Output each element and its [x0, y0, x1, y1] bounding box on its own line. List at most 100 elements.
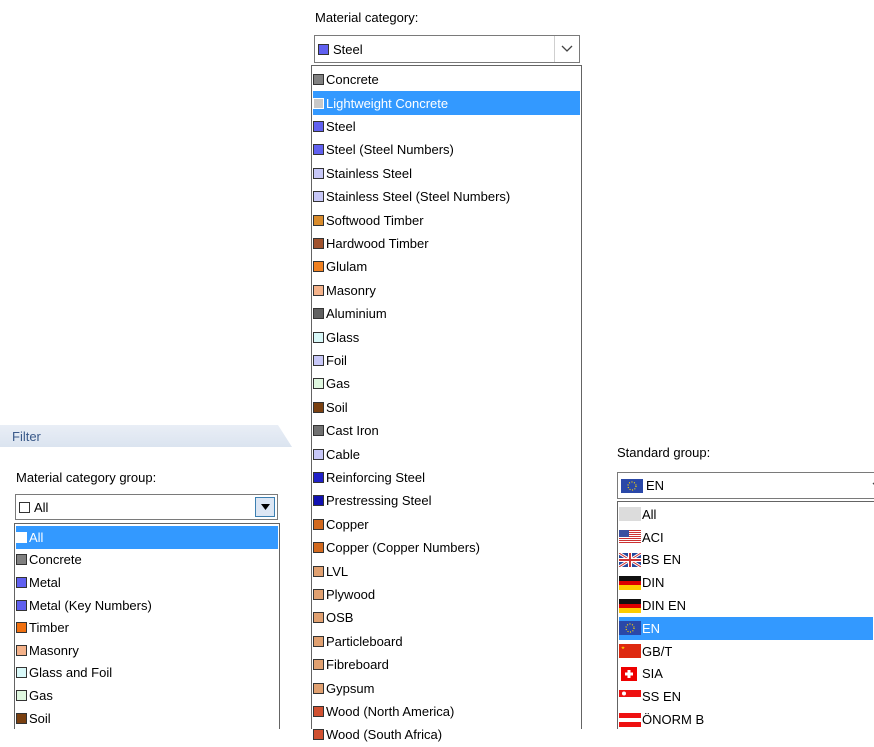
list-item[interactable]: Stainless Steel	[313, 162, 580, 185]
list-item[interactable]: ÖNORM B	[619, 708, 873, 731]
color-swatch	[16, 667, 27, 679]
list-item[interactable]: OSB	[313, 606, 580, 629]
list-item[interactable]: Gas	[16, 684, 278, 707]
list-item-label: Stainless Steel	[326, 165, 412, 181]
list-item[interactable]: Glass	[313, 325, 580, 348]
list-item-label: DIN EN	[642, 598, 687, 614]
list-item[interactable]: Foil	[313, 349, 580, 372]
list-item[interactable]: Gas	[313, 372, 580, 395]
list-item[interactable]: Cast Iron	[313, 419, 580, 442]
list-item[interactable]: Steel	[313, 115, 580, 138]
material-category-group-selected-label: All	[34, 499, 49, 515]
list-item[interactable]: Glass and Foil	[16, 662, 278, 685]
list-item[interactable]: Copper	[313, 513, 580, 536]
list-item[interactable]: Soil	[16, 707, 278, 730]
color-swatch	[313, 612, 324, 624]
list-item-label: Concrete	[29, 552, 82, 568]
color-swatch	[313, 659, 324, 671]
material-category-label: Material category:	[315, 10, 419, 25]
dropdown-arrow-button[interactable]	[554, 36, 579, 62]
list-item[interactable]: EN	[619, 617, 873, 640]
list-item[interactable]: DIN	[619, 571, 873, 594]
list-item[interactable]: Reinforcing Steel	[313, 466, 580, 489]
color-swatch	[16, 554, 27, 566]
list-item[interactable]: Aluminium	[313, 302, 580, 325]
list-item[interactable]: DIN EN	[619, 594, 873, 617]
list-item[interactable]: Concrete	[313, 68, 580, 91]
list-item[interactable]: Softwood Timber	[313, 208, 580, 231]
list-item[interactable]: Concrete	[16, 549, 278, 572]
list-item[interactable]: Wood (South Africa)	[313, 723, 580, 746]
list-item[interactable]: Cable	[313, 442, 580, 465]
list-item[interactable]: All	[16, 526, 278, 549]
list-item-label: Lightweight Concrete	[326, 95, 449, 111]
color-swatch	[313, 214, 324, 226]
list-item[interactable]: All	[619, 503, 873, 526]
list-item-label: Concrete	[326, 72, 379, 88]
list-item[interactable]: Metal (Key Numbers)	[16, 594, 278, 617]
color-swatch	[313, 425, 324, 437]
list-item[interactable]: Metal	[16, 571, 278, 594]
color-swatch	[16, 644, 27, 656]
color-swatch	[313, 284, 324, 296]
list-item[interactable]: LVL	[313, 559, 580, 582]
list-item[interactable]: Steel (Steel Numbers)	[313, 138, 580, 161]
standard-group-label: Standard group:	[617, 445, 711, 460]
list-item-label: OSB	[326, 610, 354, 626]
list-item-label: Glulam	[326, 259, 368, 275]
header-corner	[278, 425, 292, 447]
list-item[interactable]: SIA	[619, 663, 873, 686]
list-item[interactable]: Glulam	[313, 255, 580, 278]
list-item-label: Plywood	[326, 586, 376, 602]
list-item-label: Softwood Timber	[326, 212, 424, 228]
triangle-down-icon	[260, 504, 270, 510]
dropdown-arrow-button[interactable]	[255, 497, 275, 517]
list-item-label: EN	[642, 620, 661, 636]
list-item[interactable]: Copper (Copper Numbers)	[313, 536, 580, 559]
list-item[interactable]: Fibreboard	[313, 653, 580, 676]
eu-flag-icon	[621, 478, 643, 493]
standard-group-selected: EN	[621, 473, 664, 498]
list-item[interactable]: Particleboard	[313, 630, 580, 653]
list-item[interactable]: Hardwood Timber	[313, 232, 580, 255]
color-swatch	[313, 308, 324, 320]
color-swatch	[313, 378, 324, 390]
list-item[interactable]: GB/T	[619, 640, 873, 663]
list-item[interactable]: Lightweight Concrete	[313, 91, 580, 115]
list-item-label: Cable	[326, 446, 360, 462]
color-swatch	[16, 576, 27, 588]
color-swatch	[313, 237, 324, 249]
list-item[interactable]: Timber	[16, 616, 278, 639]
material-category-group-selected: All	[19, 495, 48, 519]
list-item[interactable]: Wood (North America)	[313, 700, 580, 723]
list-item-label: Cast Iron	[326, 423, 379, 439]
singapore-flag-icon	[619, 689, 641, 704]
list-item-label: LVL	[326, 563, 349, 579]
list-item[interactable]: ACI	[619, 526, 873, 549]
list-item[interactable]: SS EN	[619, 685, 873, 708]
standard-group-combo[interactable]: EN	[617, 472, 874, 499]
color-swatch	[313, 729, 324, 741]
list-item[interactable]: Gypsum	[313, 676, 580, 699]
list-item[interactable]: Masonry	[16, 639, 278, 662]
material-category-combo[interactable]: Steel	[314, 35, 580, 63]
list-item[interactable]: BS EN	[619, 549, 873, 572]
color-swatch	[16, 599, 27, 611]
color-swatch	[16, 622, 27, 634]
material-category-group-label: Material category group:	[16, 470, 157, 485]
dropdown-arrow-button[interactable]	[868, 473, 874, 498]
standard-group-list[interactable]: All ACI BS EN DIN DIN EN EN GB/T SIA SS EN ÖNORM …	[617, 501, 874, 729]
list-item[interactable]: Prestressing Steel	[313, 489, 580, 512]
list-item[interactable]: Stainless Steel (Steel Numbers)	[313, 185, 580, 208]
color-swatch	[19, 501, 30, 513]
standard-group-selected-label: EN	[646, 478, 665, 493]
material-category-group-list[interactable]: All Concrete Metal Metal (Key Numbers) Timbe…	[14, 523, 280, 729]
list-item[interactable]: Soil	[313, 396, 580, 419]
filter-panel-header: Filter	[0, 425, 292, 447]
list-item[interactable]: Masonry	[313, 279, 580, 302]
material-category-list[interactable]: Concrete Lightweight Concrete Steel Steel (…	[311, 65, 582, 742]
swiss-flag-icon	[619, 666, 641, 681]
material-category-group-combo[interactable]: All	[15, 494, 278, 520]
list-item[interactable]: Plywood	[313, 583, 580, 606]
color-swatch	[313, 191, 324, 203]
